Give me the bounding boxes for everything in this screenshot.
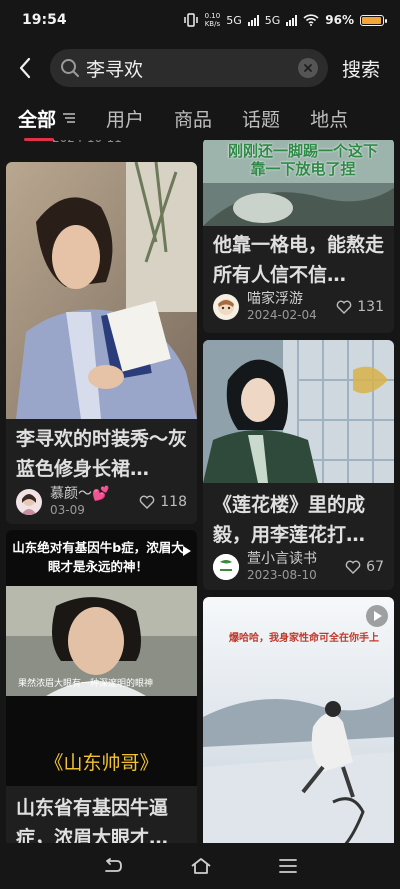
cover-top-text: 山东绝对有基因牛b症，浓眉大眼才是永远的神！ <box>12 540 184 574</box>
note-card[interactable]: 爆哈哈，我身家性命可全在你手上 <box>203 597 394 843</box>
card-cover-image <box>203 340 394 483</box>
author-info: 慕颜～💕 03-09 <box>50 486 109 518</box>
search-input[interactable]: 李寻欢 <box>50 49 328 87</box>
card-cover-image: 山东绝对有基因牛b症，浓眉大眼才是永远的神！ 果然浓眉大眼有一种深邃明的眼神 《… <box>6 530 197 786</box>
vibrate-icon <box>183 13 198 27</box>
author-name[interactable]: 萱小言读书 <box>247 551 317 568</box>
cover-overlay-text: 爆哈哈，我身家性命可全在你手上 <box>229 633 379 644</box>
cover-overlay-text: 刚刚还一脚踢一个这下靠一下放电了捏 <box>227 142 378 178</box>
net-speed-unit: KB/s <box>204 20 221 28</box>
previous-card-date: 2024-10-11 <box>52 140 122 145</box>
search-button[interactable]: 搜索 <box>342 55 380 82</box>
card-cover-image <box>6 162 197 419</box>
signal-1-icon <box>247 14 259 26</box>
post-date: 2024-02-04 <box>247 308 317 322</box>
tab-all[interactable]: 全部 <box>18 105 76 141</box>
like-button[interactable]: 118 <box>139 494 187 510</box>
close-icon <box>304 64 312 72</box>
battery-text: 96% <box>325 13 354 27</box>
signal-2-icon <box>286 14 298 26</box>
post-date: 2023-08-10 <box>247 568 317 582</box>
like-button[interactable]: 67 <box>345 559 384 575</box>
filter-icon[interactable] <box>62 112 76 124</box>
battery-fill <box>362 16 382 24</box>
avatar[interactable] <box>213 294 239 320</box>
card-meta: 萱小言读书 2023-08-10 67 <box>213 549 384 585</box>
status-time: 19:54 <box>22 12 67 28</box>
card-title: 山东省有基因牛逼症，浓眉大眼才… <box>16 797 169 843</box>
chevron-left-icon <box>19 57 31 79</box>
card-cover-image: 爆哈哈，我身家性命可全在你手上 <box>203 597 394 843</box>
note-card[interactable]: 山东绝对有基因牛b症，浓眉大眼才是永远的神！ 果然浓眉大眼有一种深邃明的眼神 《… <box>6 530 197 843</box>
cover-bottom-text: 《山东帅哥》 <box>44 752 159 774</box>
post-date: 03-09 <box>50 503 85 517</box>
clear-button[interactable] <box>298 58 318 78</box>
status-bar: 19:54 0.10 KB/s 5G 5G 96% <box>0 0 400 40</box>
tab-users[interactable]: 用户 <box>106 105 144 132</box>
wifi-icon <box>303 14 319 26</box>
results-feed: 2024-10-11 李寻欢的时装秀～灰蓝色修身长裙… <box>0 140 400 843</box>
card-meta: 喵家浮游 2024-02-04 131 <box>213 289 384 325</box>
tab-products[interactable]: 商品 <box>174 105 212 132</box>
like-count: 131 <box>357 299 384 315</box>
tab-topics[interactable]: 话题 <box>242 105 280 132</box>
card-title: 李寻欢的时装秀～灰蓝色修身长裙… <box>16 428 188 480</box>
system-nav-bar <box>0 843 400 889</box>
author-name[interactable]: 慕颜～💕 <box>50 486 109 503</box>
video-play-button[interactable] <box>366 605 388 627</box>
card-title: 《莲花楼》里的成毅，用李莲花打… <box>213 494 366 546</box>
card-title: 他靠一格电，能熬走所有人信不信… <box>213 234 385 286</box>
play-icon <box>183 546 191 556</box>
search-query: 李寻欢 <box>86 58 144 81</box>
net-speed-value: 0.10 <box>204 12 221 20</box>
heart-icon <box>139 495 155 509</box>
like-count: 67 <box>366 559 384 575</box>
tab-places[interactable]: 地点 <box>310 105 348 132</box>
author-info: 喵家浮游 2024-02-04 <box>247 291 317 323</box>
back-nav-icon[interactable] <box>103 858 123 874</box>
tab-all-label: 全部 <box>18 108 57 131</box>
signal2-label: 5G <box>264 13 281 27</box>
note-card[interactable]: 李寻欢的时装秀～灰蓝色修身长裙… 慕颜～💕 03-09 118 <box>6 162 197 524</box>
card-cover-image: 刚刚还一脚踢一个这下靠一下放电了捏 <box>203 140 394 226</box>
heart-icon <box>336 300 352 314</box>
like-button[interactable]: 131 <box>336 299 384 315</box>
avatar[interactable] <box>16 489 42 515</box>
note-card[interactable]: 《莲花楼》里的成毅，用李莲花打… 萱小言读书 2023-08-10 67 <box>203 340 394 590</box>
back-button[interactable] <box>0 40 50 96</box>
menu-nav-icon[interactable] <box>278 858 297 874</box>
net-speed: 0.10 KB/s <box>205 12 221 28</box>
battery-icon <box>360 14 387 26</box>
home-nav-icon[interactable] <box>190 857 212 875</box>
category-tabs: 全部 用户 商品 话题 地点 <box>0 96 400 141</box>
play-icon <box>373 611 382 621</box>
heart-icon <box>345 560 361 574</box>
search-header: 李寻欢 搜索 <box>0 40 400 96</box>
signal1-label: 5G <box>226 13 242 27</box>
previous-card-partial[interactable]: 2024-10-11 <box>6 140 196 148</box>
author-info: 萱小言读书 2023-08-10 <box>247 551 317 583</box>
avatar[interactable] <box>213 554 239 580</box>
like-count: 118 <box>160 494 187 510</box>
note-card[interactable]: 刚刚还一脚踢一个这下靠一下放电了捏 他靠一格电，能熬走所有人信不信… 喵家浮游 … <box>203 140 394 333</box>
card-meta: 慕颜～💕 03-09 118 <box>16 484 187 520</box>
search-icon <box>61 59 79 77</box>
status-icons: 0.10 KB/s 5G 5G 96% <box>183 12 387 28</box>
author-name[interactable]: 喵家浮游 <box>247 291 317 308</box>
cover-caption: 果然浓眉大眼有一种深邃明的眼神 <box>18 679 154 689</box>
